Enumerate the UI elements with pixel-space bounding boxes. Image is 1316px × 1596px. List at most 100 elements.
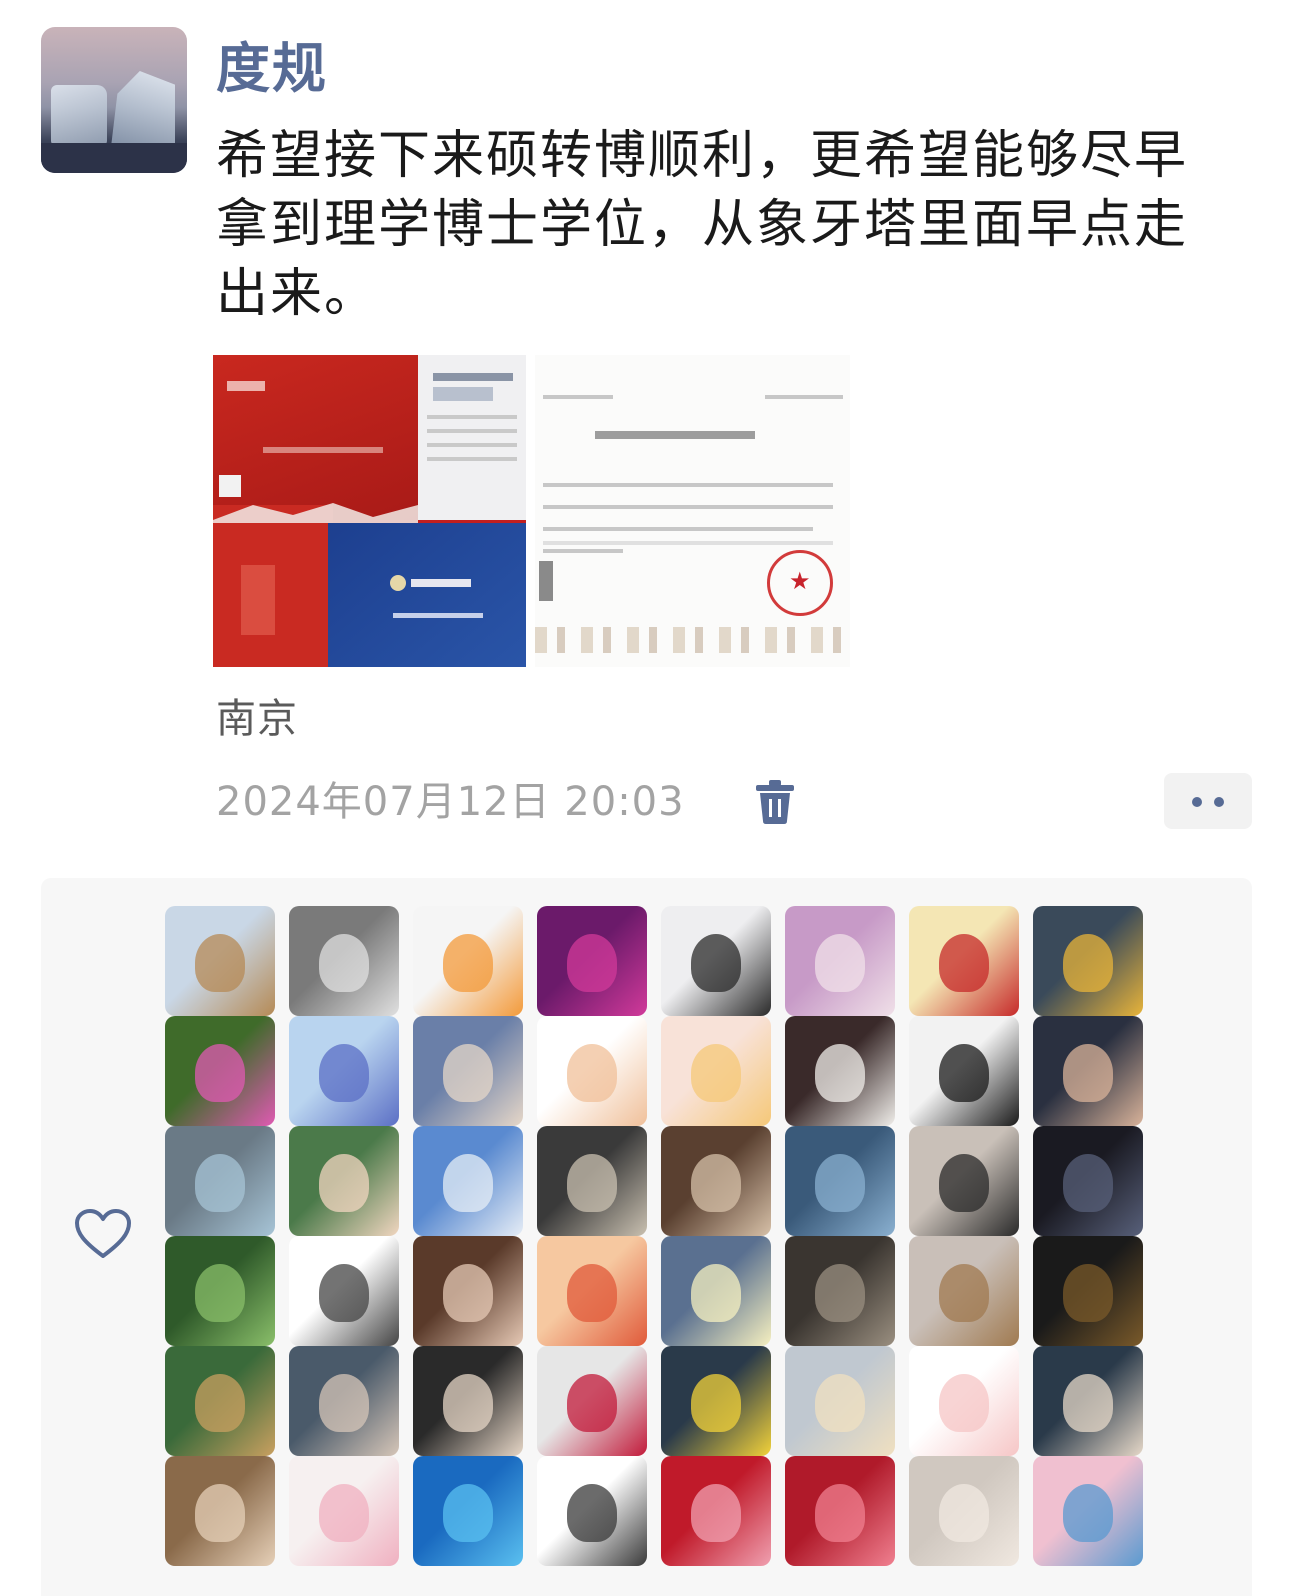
liker-avatar[interactable]	[165, 1016, 275, 1126]
liker-avatar[interactable]	[1033, 1016, 1143, 1126]
liker-avatar[interactable]	[661, 1346, 771, 1456]
avatar-ice-left	[51, 85, 107, 145]
liker-avatar-subject	[1063, 1044, 1113, 1102]
liker-avatar-subject	[443, 934, 493, 992]
post-image-admission-notice[interactable]	[535, 355, 850, 667]
liker-avatar[interactable]	[165, 1236, 275, 1346]
liker-avatar[interactable]	[785, 1236, 895, 1346]
liker-avatar[interactable]	[165, 1346, 275, 1456]
liker-avatar[interactable]	[413, 906, 523, 1016]
liker-avatar-subject	[319, 1264, 369, 1322]
liker-avatar-subject	[815, 1374, 865, 1432]
liker-avatar-subject	[443, 1484, 493, 1542]
liker-avatar-subject	[443, 1154, 493, 1212]
liker-avatar-subject	[195, 934, 245, 992]
liker-avatar[interactable]	[165, 906, 275, 1016]
liker-avatar-subject	[691, 1264, 741, 1322]
liker-avatar[interactable]	[909, 1346, 1019, 1456]
likes-panel	[41, 878, 1252, 1596]
location-label[interactable]: 南京	[216, 693, 298, 745]
liker-avatar[interactable]	[289, 1346, 399, 1456]
trash-icon[interactable]	[753, 779, 797, 825]
collage-details	[213, 373, 517, 635]
liker-avatar-subject	[319, 1484, 369, 1542]
liker-avatar[interactable]	[165, 1456, 275, 1566]
liker-avatar[interactable]	[909, 1236, 1019, 1346]
liker-avatar-subject	[691, 934, 741, 992]
avatar-ice-right	[111, 71, 175, 147]
liker-avatar[interactable]	[1033, 1346, 1143, 1456]
liker-avatar-subject	[691, 1154, 741, 1212]
author-avatar[interactable]	[41, 27, 187, 173]
liker-avatar[interactable]	[661, 906, 771, 1016]
campus-skyline	[535, 627, 850, 653]
heart-outline-icon	[74, 1208, 132, 1260]
liker-avatar-subject	[567, 1044, 617, 1102]
liker-avatar-subject	[1063, 934, 1113, 992]
more-button[interactable]	[1164, 773, 1252, 829]
liker-avatar[interactable]	[537, 906, 647, 1016]
liker-avatar-subject	[319, 1154, 369, 1212]
liker-avatar-subject	[691, 1374, 741, 1432]
liker-avatar-subject	[319, 1044, 369, 1102]
avatar-ground	[41, 143, 187, 173]
liker-avatar[interactable]	[413, 1016, 523, 1126]
liker-avatar[interactable]	[537, 1126, 647, 1236]
liker-avatar-subject	[939, 1264, 989, 1322]
red-seal	[767, 550, 833, 616]
liker-avatar-subject	[443, 1264, 493, 1322]
liker-avatar[interactable]	[289, 1126, 399, 1236]
liker-avatar[interactable]	[289, 1236, 399, 1346]
liker-avatar[interactable]	[661, 1126, 771, 1236]
liker-avatar-subject	[195, 1264, 245, 1322]
liker-avatar-subject	[195, 1154, 245, 1212]
liker-avatar-subject	[319, 1374, 369, 1432]
liker-avatar[interactable]	[289, 1456, 399, 1566]
liker-avatar[interactable]	[661, 1236, 771, 1346]
post-image-admission-collage[interactable]	[213, 355, 526, 667]
liker-avatar-subject	[1063, 1484, 1113, 1542]
liker-avatar[interactable]	[785, 1016, 895, 1126]
liker-avatar[interactable]	[1033, 1236, 1143, 1346]
liker-avatar-subject	[567, 1374, 617, 1432]
liker-avatar[interactable]	[537, 1346, 647, 1456]
liker-avatar[interactable]	[661, 1456, 771, 1566]
liker-avatar[interactable]	[413, 1456, 523, 1566]
liker-avatar[interactable]	[1033, 906, 1143, 1016]
liker-avatar[interactable]	[289, 1016, 399, 1126]
liker-avatar[interactable]	[1033, 1126, 1143, 1236]
liker-avatar-subject	[691, 1044, 741, 1102]
liker-avatar-subject	[939, 1154, 989, 1212]
liker-avatar[interactable]	[909, 1456, 1019, 1566]
more-dot-right	[1214, 797, 1224, 807]
liker-avatar-subject	[939, 1044, 989, 1102]
liker-avatar[interactable]	[909, 906, 1019, 1016]
liker-avatar[interactable]	[785, 1346, 895, 1456]
post-content: 希望接下来硕转博顺利，更希望能够尽早拿到理学博士学位，从象牙塔里面早点走出来。	[216, 126, 1189, 324]
liker-avatar[interactable]	[413, 1346, 523, 1456]
author-name[interactable]: 度规	[216, 34, 328, 104]
liker-avatar[interactable]	[785, 1126, 895, 1236]
liker-avatar[interactable]	[785, 1456, 895, 1566]
liker-avatar-subject	[195, 1374, 245, 1432]
liker-avatar[interactable]	[537, 1456, 647, 1566]
liker-avatar-subject	[567, 1154, 617, 1212]
liker-avatar[interactable]	[785, 906, 895, 1016]
liker-avatar-subject	[319, 934, 369, 992]
liker-avatar-subject	[567, 1264, 617, 1322]
liker-avatar-subject	[443, 1044, 493, 1102]
liker-avatar[interactable]	[537, 1016, 647, 1126]
liker-avatar-subject	[939, 1374, 989, 1432]
liker-avatar[interactable]	[909, 1126, 1019, 1236]
liker-avatar-subject	[1063, 1264, 1113, 1322]
liker-avatar[interactable]	[909, 1016, 1019, 1126]
liker-avatar[interactable]	[537, 1236, 647, 1346]
liker-avatar[interactable]	[165, 1126, 275, 1236]
liker-avatar[interactable]	[413, 1126, 523, 1236]
post-timestamp: 2024年07月12日 20:03	[216, 779, 685, 825]
liker-avatar[interactable]	[289, 906, 399, 1016]
liker-avatar[interactable]	[1033, 1456, 1143, 1566]
liker-avatar[interactable]	[413, 1236, 523, 1346]
liker-avatar[interactable]	[661, 1016, 771, 1126]
liker-avatar-subject	[815, 1044, 865, 1102]
